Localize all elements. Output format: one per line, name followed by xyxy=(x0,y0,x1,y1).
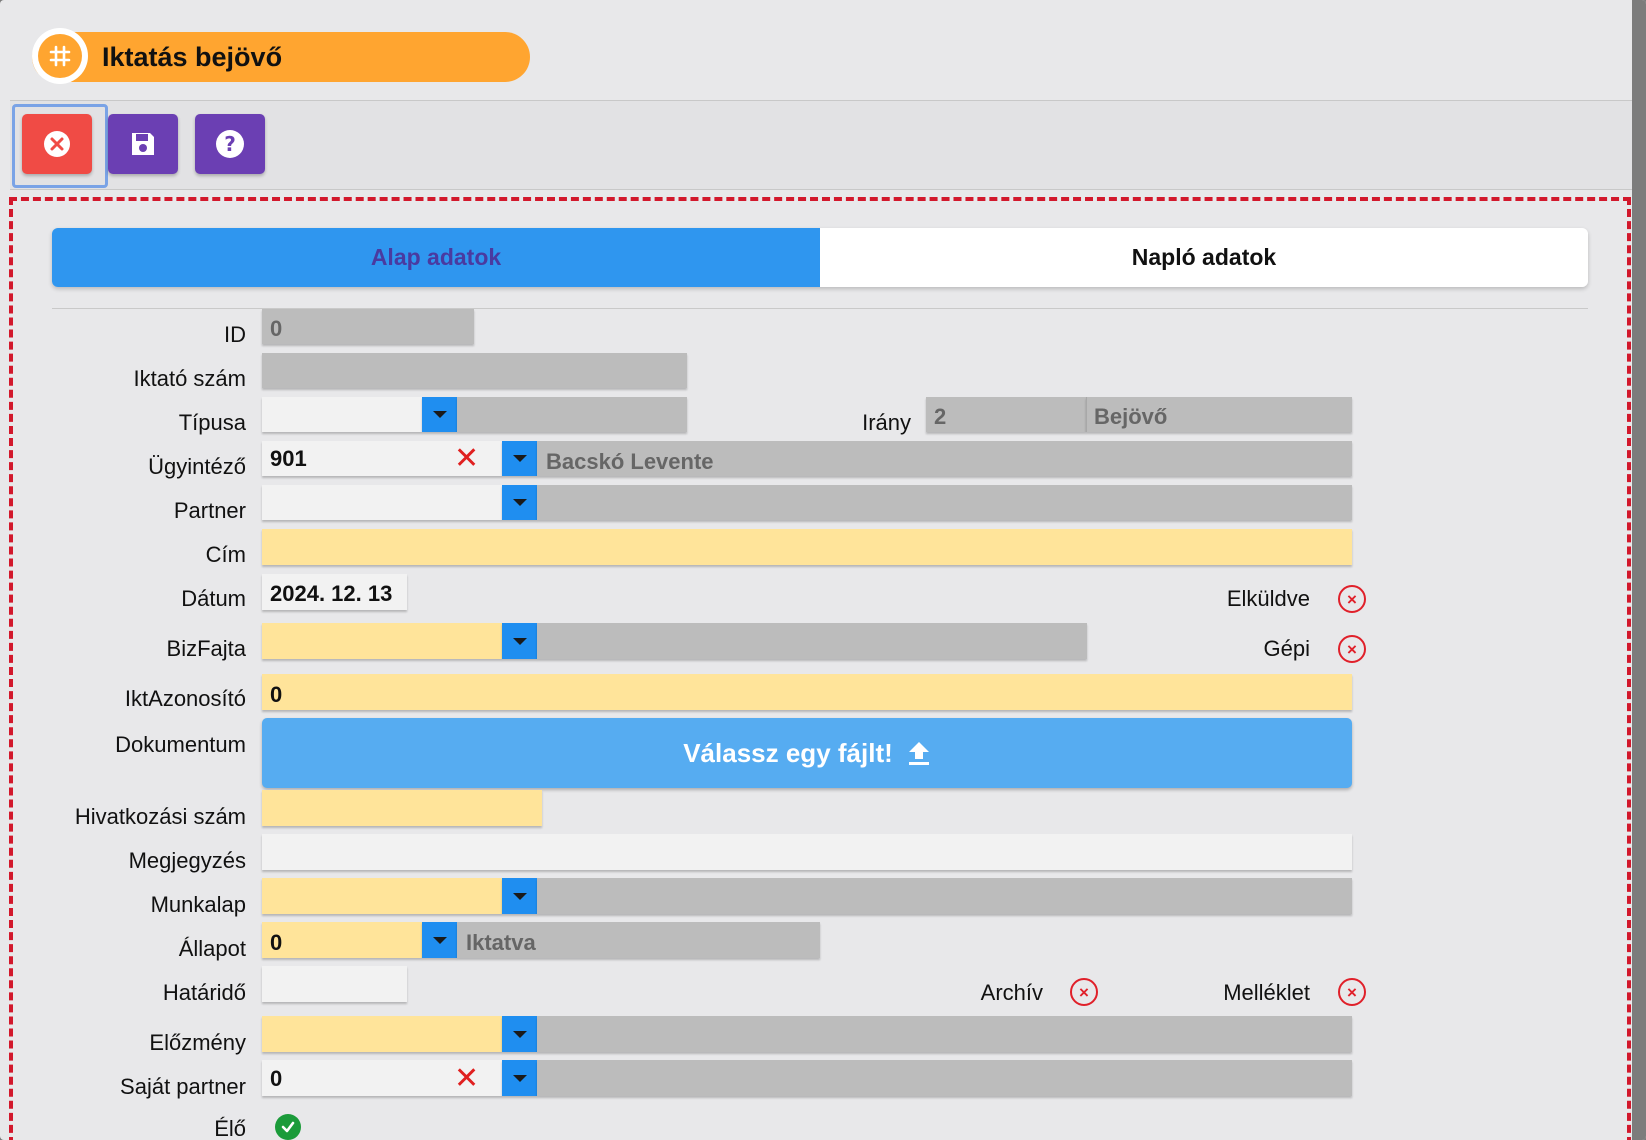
iktazonosito-value: 0 xyxy=(270,682,283,707)
melleklet-checkbox[interactable]: × xyxy=(1338,978,1366,1006)
bizfajta-label: BizFajta xyxy=(166,636,246,661)
page-title: Iktatás bejövő xyxy=(102,42,283,72)
help-button[interactable]: ? xyxy=(195,114,265,174)
elo-checkbox[interactable] xyxy=(275,1114,301,1140)
ugyintezo-name-value: Bacskó Levente xyxy=(546,449,714,474)
elkuldve-checkbox[interactable]: × xyxy=(1338,585,1366,613)
elkuldve-label: Elküldve xyxy=(1226,586,1310,611)
elo-label: Élő xyxy=(214,1116,246,1140)
partner-dropdown-button[interactable] xyxy=(502,485,537,520)
irany-text-value: Bejövő xyxy=(1094,404,1168,429)
ugyintezo-label: Ügyintéző xyxy=(148,454,246,479)
floppy-icon xyxy=(132,133,154,155)
upload-label: Válassz egy fájlt! xyxy=(683,737,893,768)
tab-naplo-adatok[interactable]: Napló adatok xyxy=(820,228,1588,287)
allapot-input[interactable] xyxy=(262,922,422,958)
allapot-dropdown-button[interactable] xyxy=(422,922,457,958)
allapot-code-value: 0 xyxy=(270,930,283,955)
check-icon xyxy=(281,1121,295,1133)
hivatkozasi-szam-input[interactable] xyxy=(262,790,542,826)
cim-input[interactable] xyxy=(262,529,1352,565)
gepi-checkbox[interactable]: × xyxy=(1338,635,1366,663)
partner-label: Partner xyxy=(173,498,246,523)
irany-code-value: 2 xyxy=(934,404,947,429)
sajat-partner-code-value: 0 xyxy=(270,1066,283,1091)
svg-text:?: ? xyxy=(224,132,236,156)
iktato-szam-label: Iktató szám xyxy=(133,366,246,391)
megjegyzes-label: Megjegyzés xyxy=(128,848,246,873)
bizfajta-dropdown-button[interactable] xyxy=(502,623,537,659)
id-value: 0 xyxy=(270,316,283,341)
file-upload-button[interactable]: Válassz egy fájlt! xyxy=(262,718,1352,788)
hash-icon xyxy=(32,28,88,84)
iktato-szam-field xyxy=(262,353,687,388)
question-icon: ? xyxy=(216,130,244,158)
tab-bar: Alap adatok Napló adatok xyxy=(52,228,1588,287)
allapot-text-value: Iktatva xyxy=(466,930,536,955)
elozmeny-input[interactable] xyxy=(262,1016,502,1052)
hatarido-label: Határidő xyxy=(162,980,246,1005)
cim-label: Cím xyxy=(205,542,246,567)
iktazonosito-input[interactable] xyxy=(262,674,1352,710)
tipusa-input[interactable] xyxy=(262,397,422,432)
munkalap-input[interactable] xyxy=(262,878,502,914)
archiv-checkbox[interactable]: × xyxy=(1070,978,1098,1006)
ugyintezo-code-value: 901 xyxy=(270,446,307,471)
cancel-button[interactable] xyxy=(22,114,92,174)
hivatkozasi-szam-label: Hivatkozási szám xyxy=(74,804,246,829)
hatarido-input[interactable] xyxy=(262,966,407,1002)
form-container xyxy=(9,197,1631,1140)
archiv-label: Archív xyxy=(980,980,1043,1005)
ugyintezo-dropdown-button[interactable] xyxy=(502,441,537,476)
allapot-label: Állapot xyxy=(178,936,246,961)
ugyintezo-clear-icon[interactable]: ✕ xyxy=(454,444,479,474)
iktazonosito-label: IktAzonosító xyxy=(124,686,246,711)
close-circle-icon xyxy=(44,131,70,157)
tipusa-dropdown-button[interactable] xyxy=(422,397,457,432)
sajat-partner-dropdown-button[interactable] xyxy=(502,1060,537,1096)
dokumentum-label: Dokumentum xyxy=(115,732,246,757)
elozmeny-label: Előzmény xyxy=(149,1030,246,1055)
partner-input[interactable] xyxy=(262,485,502,520)
megjegyzes-input[interactable] xyxy=(262,834,1352,870)
tab-alap-adatok[interactable]: Alap adatok xyxy=(52,228,820,287)
irany-label: Irány xyxy=(862,410,911,435)
sajat-partner-label: Saját partner xyxy=(120,1074,246,1099)
upload-icon xyxy=(908,742,929,765)
sajat-partner-clear-icon[interactable]: ✕ xyxy=(454,1064,479,1094)
dialog-window: Iktatás bejövő ? Alap adatok Napló adato… xyxy=(0,0,1646,1140)
munkalap-description xyxy=(537,878,1352,914)
sajat-partner-description xyxy=(537,1060,1352,1096)
munkalap-label: Munkalap xyxy=(150,892,246,917)
gepi-label: Gépi xyxy=(1263,636,1310,661)
elozmeny-description xyxy=(537,1016,1352,1052)
irany-code-field xyxy=(926,397,1086,432)
melleklet-label: Melléklet xyxy=(1223,980,1310,1005)
save-button[interactable] xyxy=(108,114,178,174)
id-label: ID xyxy=(224,322,246,347)
tipusa-description xyxy=(457,397,687,432)
datum-value: 2024. 12. 13 xyxy=(270,581,393,606)
tipusa-label: Típusa xyxy=(178,410,246,435)
partner-name-field xyxy=(537,485,1352,520)
id-field xyxy=(262,309,474,344)
datum-label: Dátum xyxy=(181,586,246,611)
bizfajta-input[interactable] xyxy=(262,623,502,659)
window-edge xyxy=(1632,0,1646,1140)
munkalap-dropdown-button[interactable] xyxy=(502,878,537,914)
bizfajta-description xyxy=(537,623,1087,659)
elozmeny-dropdown-button[interactable] xyxy=(502,1016,537,1052)
